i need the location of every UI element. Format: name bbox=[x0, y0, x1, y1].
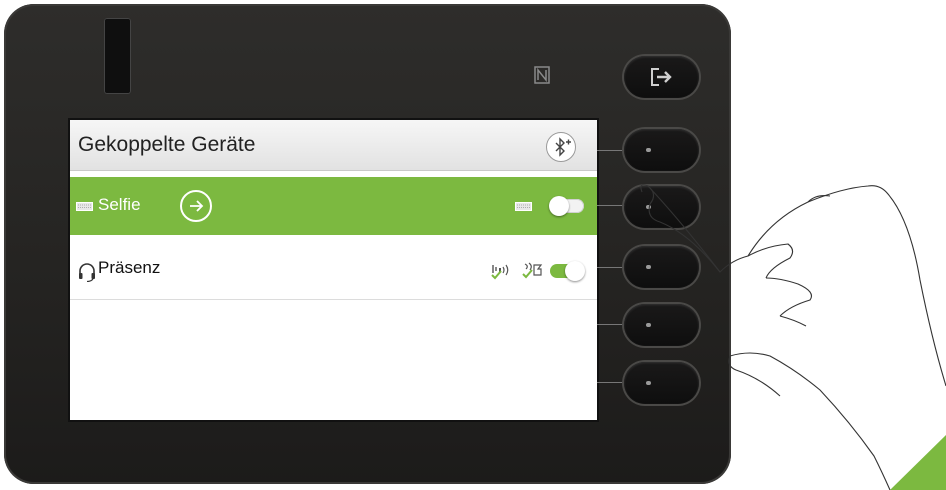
exit-icon bbox=[651, 68, 672, 86]
bluetooth-add-icon bbox=[555, 137, 571, 157]
list-item-selfie[interactable]: Selfie bbox=[70, 177, 597, 235]
list-item-praesenz[interactable]: Präsenz bbox=[70, 242, 597, 300]
praesenz-toggle[interactable] bbox=[550, 261, 585, 281]
exit-button[interactable] bbox=[624, 56, 699, 98]
page-title: Gekoppelte Geräte bbox=[78, 133, 256, 156]
audio-check-icon bbox=[491, 264, 509, 280]
toggle-knob bbox=[549, 196, 569, 216]
keyboard-icon bbox=[515, 202, 532, 211]
arrow-right-icon bbox=[190, 200, 204, 212]
label-slot bbox=[104, 18, 131, 94]
device-name: Selfie bbox=[98, 195, 141, 214]
selfie-toggle[interactable] bbox=[549, 196, 584, 216]
softkey-dot bbox=[646, 148, 651, 152]
device-name: Präsenz bbox=[98, 258, 161, 277]
pointing-hand-illustration bbox=[640, 184, 946, 490]
nfc-icon bbox=[534, 66, 550, 84]
toggle-knob bbox=[565, 261, 585, 281]
display-screen: Gekoppelte Geräte Selfie Präsenz bbox=[68, 118, 599, 422]
keyboard-icon bbox=[76, 202, 93, 211]
title-bar: Gekoppelte Geräte bbox=[70, 120, 597, 171]
details-arrow-button[interactable] bbox=[180, 190, 212, 222]
bluetooth-add-button[interactable] bbox=[546, 132, 576, 162]
presence-check-icon bbox=[522, 262, 543, 279]
headset-icon bbox=[79, 263, 95, 282]
